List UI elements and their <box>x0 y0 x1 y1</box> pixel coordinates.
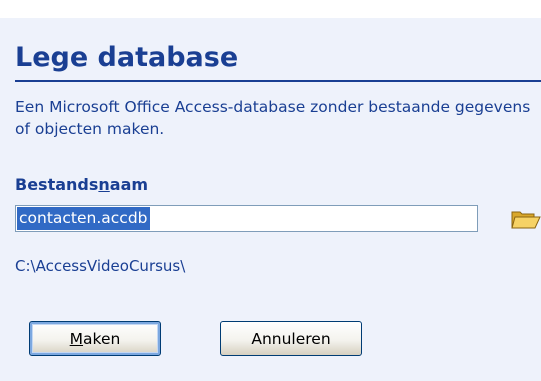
cancel-button-label: Annuleren <box>251 329 331 348</box>
create-button[interactable]: Maken <box>29 321 161 356</box>
filename-label-accelerator: n <box>98 175 110 194</box>
filename-label: Bestandsnaam <box>15 175 148 194</box>
filename-label-pre: Bestands <box>15 175 99 194</box>
filename-input[interactable]: contacten.accdb <box>15 205 478 232</box>
title-divider <box>15 80 541 82</box>
browse-folder-button[interactable] <box>510 205 541 233</box>
folder-open-icon <box>511 211 541 229</box>
filename-label-post: aam <box>109 175 149 194</box>
filename-selected-text: contacten.accdb <box>17 207 150 230</box>
panel-title: Lege database <box>15 42 239 73</box>
create-button-accelerator: M <box>69 329 84 348</box>
cancel-button[interactable]: Annuleren <box>220 321 362 356</box>
panel-description: Een Microsoft Office Access-database zon… <box>15 98 531 138</box>
create-button-label: aken <box>83 329 121 348</box>
database-path: C:\AccessVideoCursus\ <box>15 257 186 275</box>
